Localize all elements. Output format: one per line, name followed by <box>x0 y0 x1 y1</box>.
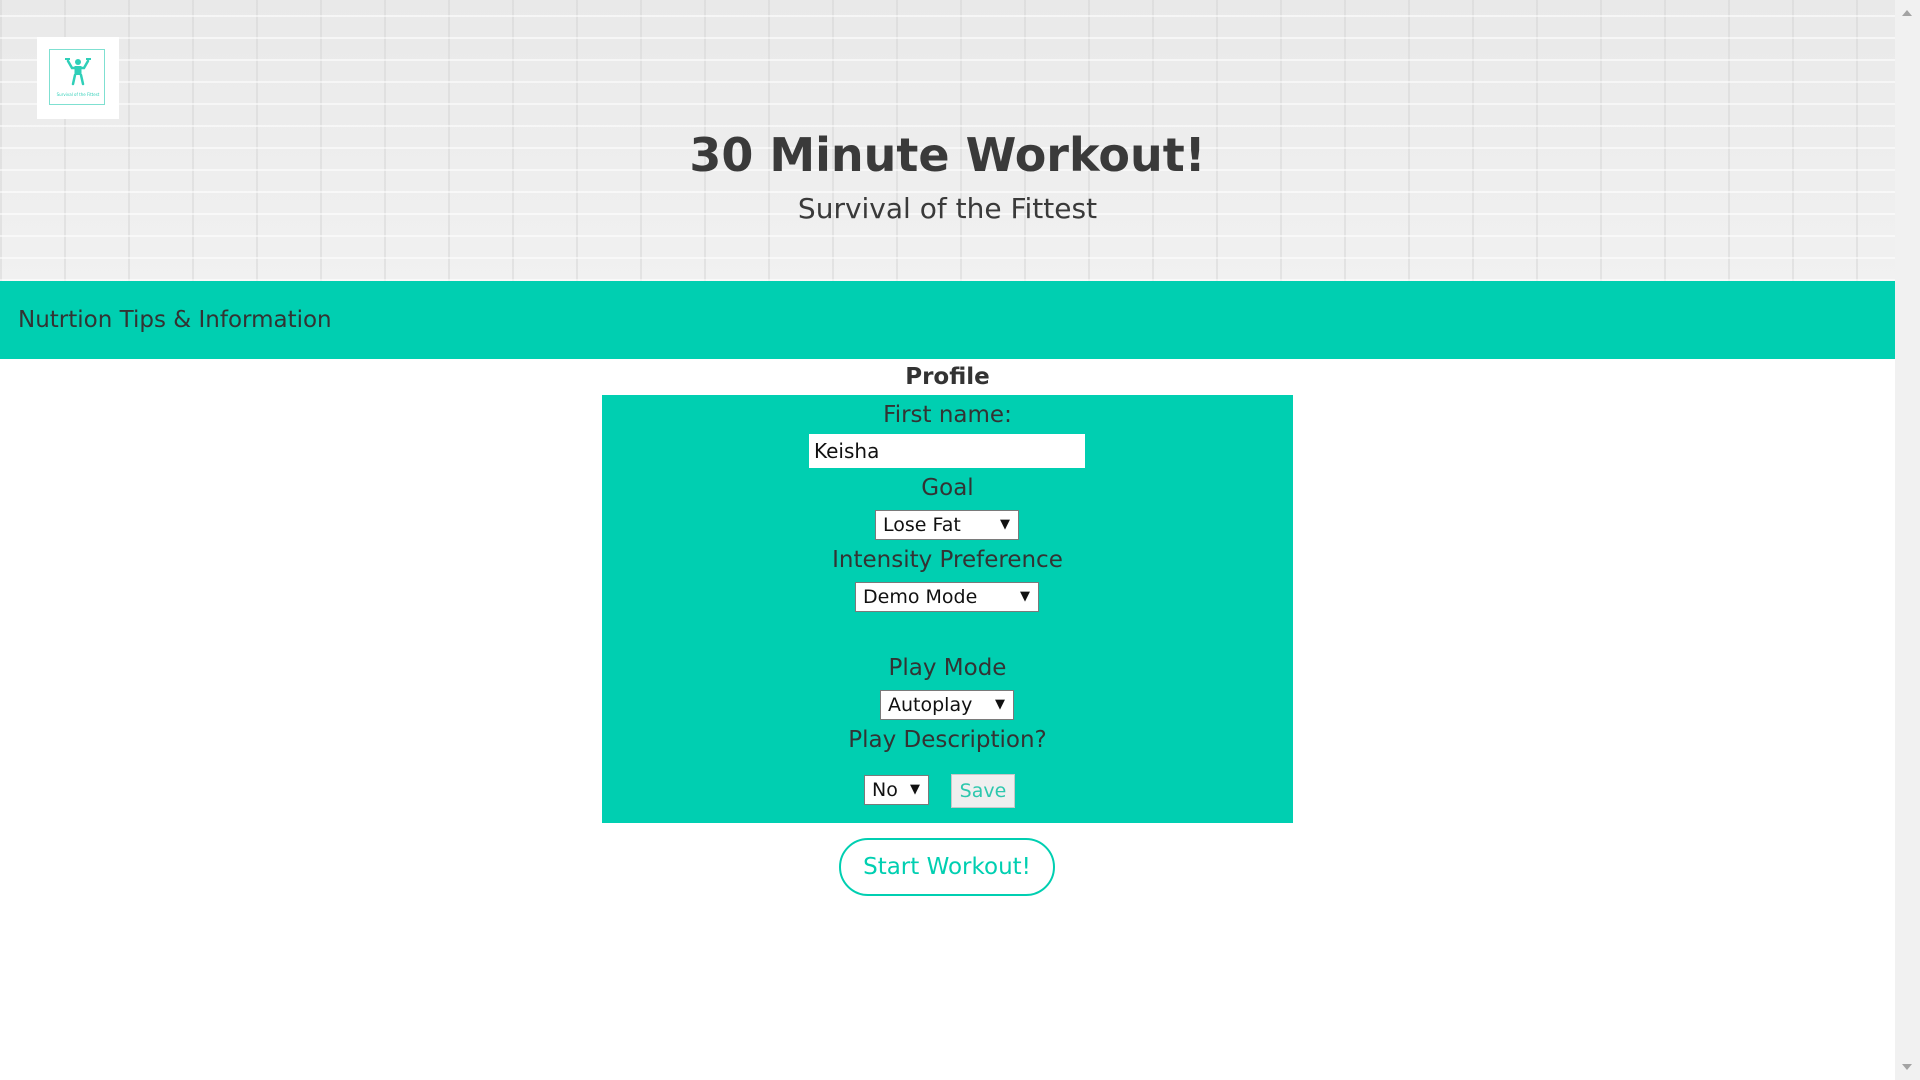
scroll-down-icon[interactable] <box>1902 1064 1912 1070</box>
page: Survival of the Fittest 30 Minute Workou… <box>0 0 1895 1080</box>
play-mode-label: Play Mode <box>888 655 1007 681</box>
caret-down-icon: ▼ <box>910 782 920 797</box>
intensity-select-value: Demo Mode <box>863 586 978 608</box>
profile-heading: Profile <box>905 364 990 390</box>
strongman-icon <box>65 58 91 86</box>
intensity-label: Intensity Preference <box>832 547 1063 573</box>
play-mode-select[interactable]: Autoplay ▼ <box>880 690 1014 720</box>
caret-down-icon: ▼ <box>1020 589 1030 604</box>
caret-down-icon: ▼ <box>995 697 1005 712</box>
scroll-up-icon[interactable] <box>1902 10 1912 16</box>
header-banner: Survival of the Fittest 30 Minute Workou… <box>0 0 1895 281</box>
page-subtitle: Survival of the Fittest <box>797 192 1098 225</box>
goal-select-value: Lose Fat <box>883 514 961 536</box>
vertical-scrollbar[interactable] <box>1895 0 1920 1080</box>
logo-caption: Survival of the Fittest <box>56 92 100 97</box>
play-mode-select-value: Autoplay <box>888 694 973 716</box>
play-description-select[interactable]: No ▼ <box>864 775 929 805</box>
play-description-label: Play Description? <box>848 727 1047 753</box>
nav-link-nutrition[interactable]: Nutrtion Tips & Information <box>18 307 332 333</box>
logo-frame: Survival of the Fittest <box>49 49 105 105</box>
start-workout-button[interactable]: Start Workout! <box>839 838 1055 896</box>
goal-select[interactable]: Lose Fat ▼ <box>875 510 1019 540</box>
goal-label: Goal <box>921 475 974 501</box>
save-button[interactable]: Save <box>951 774 1015 808</box>
caret-down-icon: ▼ <box>1000 517 1010 532</box>
first-name-input[interactable] <box>809 434 1085 468</box>
first-name-label: First name: <box>883 402 1012 428</box>
play-description-select-value: No <box>872 779 898 801</box>
intensity-select[interactable]: Demo Mode ▼ <box>855 582 1039 612</box>
logo[interactable]: Survival of the Fittest <box>37 37 119 119</box>
page-title: 30 Minute Workout! <box>689 128 1206 182</box>
